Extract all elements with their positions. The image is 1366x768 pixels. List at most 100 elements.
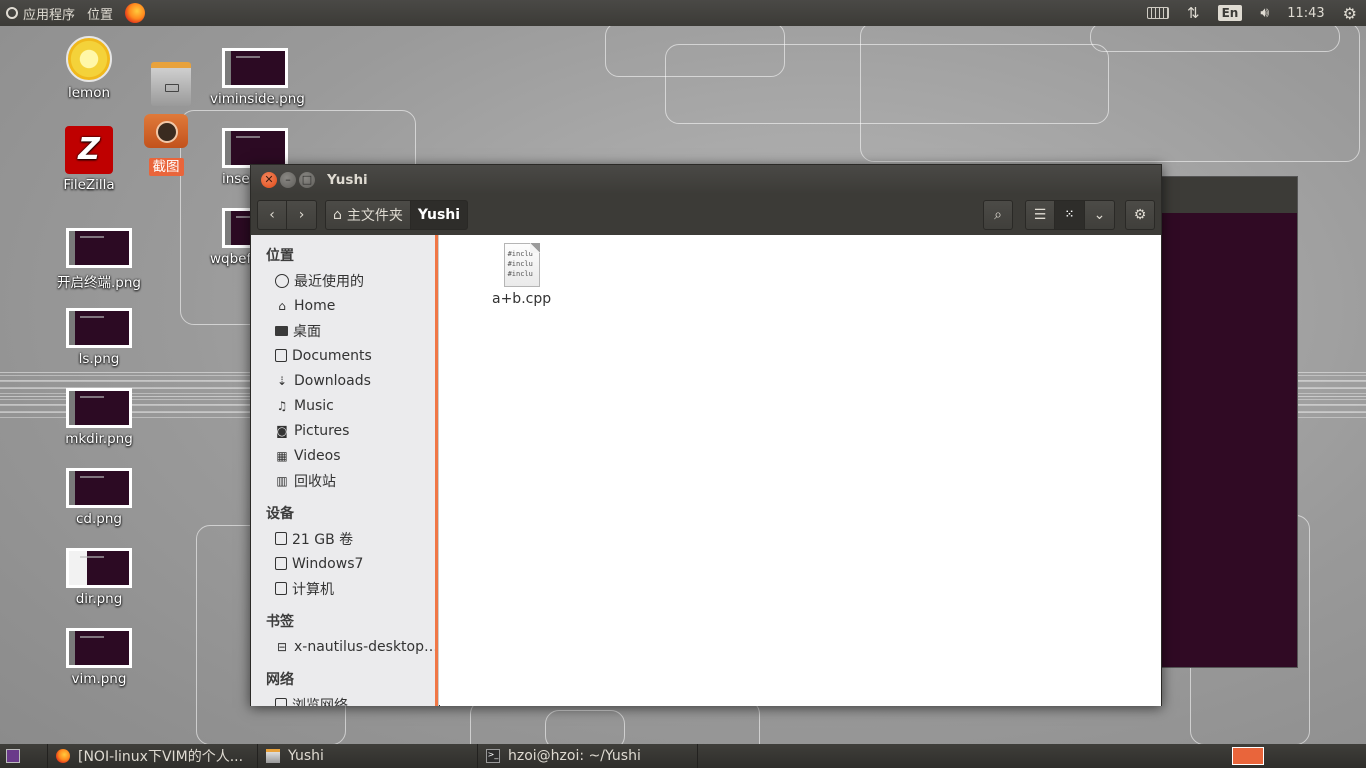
desktop-icon-mkdir[interactable]: mkdir.png [54, 388, 144, 447]
desktop-icon-screenshot[interactable]: 截图 [121, 114, 211, 176]
sidebar-item-desktop[interactable]: 桌面 [251, 318, 438, 343]
firefox-launcher[interactable] [119, 0, 151, 26]
speaker-icon: 🔊︎ [1260, 5, 1270, 21]
minimize-button[interactable]: – [280, 171, 296, 188]
maximize-button[interactable]: □ [299, 171, 315, 188]
sidebar-item-videos[interactable]: ▦ Videos [251, 443, 438, 468]
applications-menu[interactable]: 应用程序 [0, 0, 81, 26]
workspace-switcher[interactable] [1220, 744, 1276, 768]
desktop-icon-file-cabinet[interactable] [126, 62, 216, 106]
image-thumbnail [222, 48, 288, 88]
image-thumbnail [66, 628, 132, 668]
desktop-icon-lemon[interactable]: lemon [44, 36, 134, 101]
desktop-icon-open-terminal[interactable]: 开启终端.png [54, 228, 144, 291]
background-window-titlebar[interactable] [1151, 177, 1297, 213]
sidebar-item-home[interactable]: ⌂ Home [251, 293, 438, 318]
sound-indicator[interactable]: 🔊︎ [1251, 0, 1278, 26]
gear-icon: ⚙ [1133, 206, 1147, 223]
desktop-folder-icon [275, 325, 288, 336]
sidebar-item-windows7[interactable]: Windows7 [251, 551, 438, 576]
sidebar-section-devices: 设备 [266, 506, 294, 522]
window-titlebar[interactable]: ✕ – □ Yushi [251, 165, 1161, 194]
forward-button[interactable]: › [287, 199, 317, 230]
trash-icon: ▥ [276, 473, 288, 488]
desktop-icon-label: 开启终端.png [57, 275, 141, 291]
image-thumbnail [66, 228, 132, 268]
sidebar-item-volume[interactable]: 21 GB 卷 [251, 526, 438, 551]
sidebar-item-browse-network[interactable]: 浏览网络 [251, 692, 438, 706]
close-button[interactable]: ✕ [261, 171, 277, 188]
image-thumbnail [222, 128, 288, 168]
places-menu-label: 位置 [87, 7, 114, 23]
sidebar-item-pictures[interactable]: ◙ Pictures [251, 418, 438, 443]
sidebar-item-trash[interactable]: ▥ 回收站 [251, 468, 438, 493]
desktop-icon-cd[interactable]: cd.png [54, 468, 144, 527]
taskbar-item-label: hzoi@hzoi: ~/Yushi [508, 748, 641, 764]
show-desktop-button[interactable] [0, 744, 48, 768]
network-indicator[interactable]: ⇅ [1178, 0, 1209, 26]
view-options-button[interactable]: ⌄ [1085, 199, 1115, 230]
file-item[interactable]: #inclu #inclu #inclu a+b.cpp [492, 243, 551, 307]
system-menu[interactable]: ⚙ [1334, 0, 1366, 26]
sidebar-item-bookmark[interactable]: ⊟ x-nautilus-desktop… [251, 634, 438, 659]
sidebar-item-label: Videos [294, 447, 341, 464]
file-cabinet-icon [151, 62, 191, 106]
clock-time: 11:43 [1287, 5, 1325, 21]
image-thumbnail [66, 308, 132, 348]
back-button[interactable]: ‹ [257, 199, 287, 230]
file-view[interactable]: #inclu #inclu #inclu a+b.cpp [440, 235, 1161, 706]
desktop-icon-dir[interactable]: dir.png [54, 548, 144, 607]
file-preview-line: #inclu [507, 260, 533, 268]
sidebar-scroll-accent [435, 235, 438, 706]
grid-view-button[interactable]: ⁙ [1055, 199, 1085, 230]
image-thumbnail [66, 468, 132, 508]
desktop-icon-viminside[interactable]: viminside.png [210, 48, 305, 107]
music-icon: ♫ [276, 398, 288, 413]
taskbar-item-files[interactable]: Yushi [258, 744, 478, 768]
keyboard-icon [1147, 7, 1170, 19]
sidebar-item-label: x-nautilus-desktop… [294, 638, 438, 655]
sidebar-item-recent[interactable]: 最近使用的 [251, 268, 438, 293]
breadcrumb-home[interactable]: ⌂ 主文件夹 [325, 199, 411, 230]
sidebar-item-label: 桌面 [293, 323, 321, 340]
taskbar: [NOI-linux下VIM的个人... Yushi >_ hzoi@hzoi:… [0, 744, 1366, 768]
clock[interactable]: 11:43 [1278, 0, 1333, 26]
ubuntu-logo-icon [6, 7, 18, 19]
sidebar-item-label: Home [294, 297, 336, 314]
desktop-icon-vim[interactable]: vim.png [54, 628, 144, 687]
workspace-switcher-empty[interactable] [1276, 744, 1366, 768]
network-arrows-icon: ⇅ [1187, 4, 1200, 22]
window-title: Yushi [327, 171, 368, 188]
sidebar-section-bookmarks: 书签 [266, 614, 294, 630]
network-bookmark-icon: ⊟ [276, 639, 288, 654]
keyboard-indicator[interactable] [1138, 0, 1178, 26]
sidebar: 位置 最近使用的 ⌂ Home 桌面 Documents ⇣ Downloads ♫… [251, 235, 439, 706]
screenshot-camera-icon [144, 114, 188, 148]
sidebar-item-label: 21 GB 卷 [292, 531, 354, 548]
sidebar-item-documents[interactable]: Documents [251, 343, 438, 368]
sidebar-item-label: Windows7 [292, 555, 364, 572]
terminal-icon: >_ [486, 749, 500, 763]
sidebar-item-music[interactable]: ♫ Music [251, 393, 438, 418]
network-icon [275, 698, 287, 706]
sidebar-item-computer[interactable]: 计算机 [251, 576, 438, 601]
sidebar-item-downloads[interactable]: ⇣ Downloads [251, 368, 438, 393]
bg-decoration [1090, 22, 1340, 52]
sidebar-item-label: 浏览网络 [292, 697, 348, 707]
list-view-button[interactable]: ☰ [1025, 199, 1055, 230]
sidebar-item-label: 计算机 [292, 581, 334, 598]
search-button[interactable]: ⌕ [983, 199, 1013, 230]
taskbar-item-label: [NOI-linux下VIM的个人... [78, 749, 244, 765]
breadcrumb-current[interactable]: Yushi [410, 199, 469, 230]
places-menu[interactable]: 位置 [81, 0, 119, 26]
language-indicator[interactable]: En [1209, 0, 1252, 26]
sidebar-item-label: Downloads [294, 372, 371, 389]
desktop-icon-ls[interactable]: ls.png [54, 308, 144, 367]
taskbar-item-terminal[interactable]: >_ hzoi@hzoi: ~/Yushi [478, 744, 698, 768]
background-terminal-window[interactable] [1150, 176, 1298, 668]
file-preview-line: #inclu [507, 250, 533, 258]
settings-button[interactable]: ⚙ [1125, 199, 1155, 230]
image-thumbnail [66, 388, 132, 428]
sidebar-item-label: Pictures [294, 422, 350, 439]
taskbar-item-firefox[interactable]: [NOI-linux下VIM的个人... [48, 744, 258, 768]
